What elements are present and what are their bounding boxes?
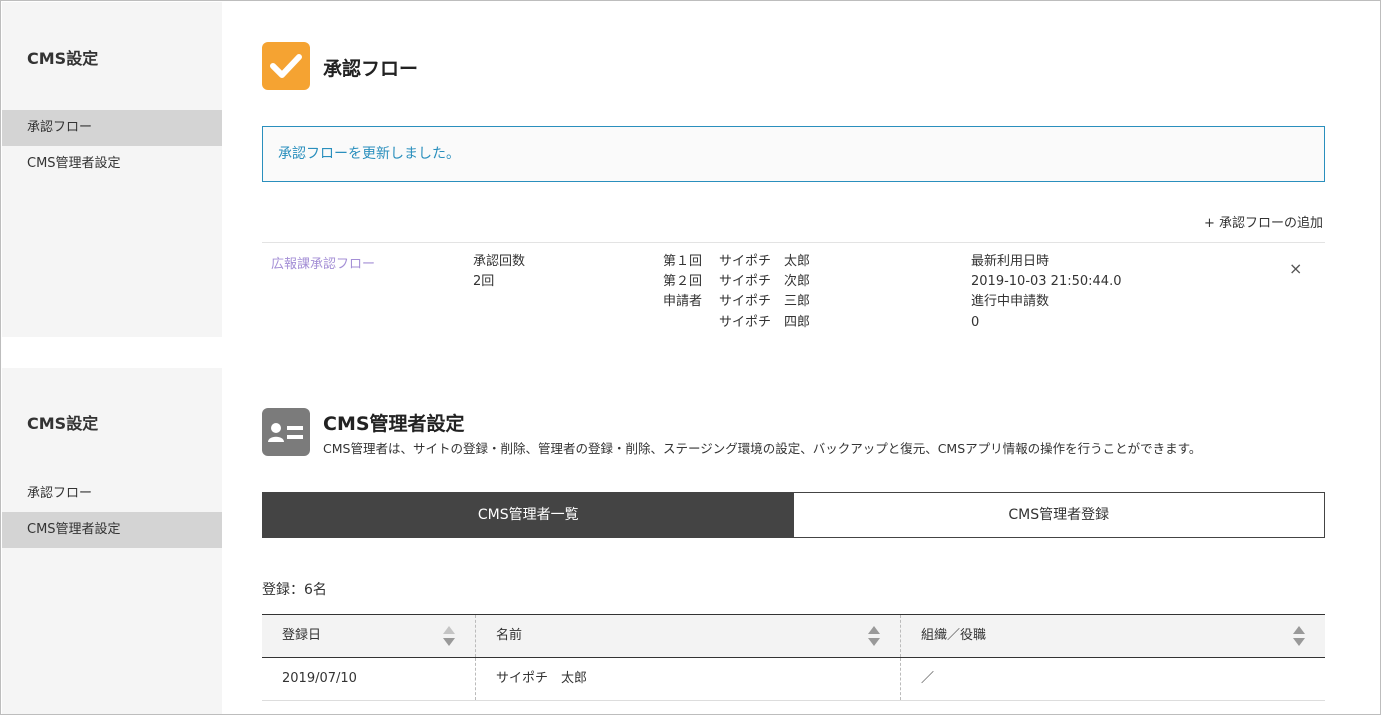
admin-tabs: CMS管理者一覧 CMS管理者登録 <box>262 492 1325 538</box>
table-header: 登録日 名前 組織／役職 <box>262 614 1325 658</box>
sidebar-title: CMS設定 <box>27 49 99 68</box>
cell-date: 2019/07/10 <box>282 671 357 686</box>
tab-admin-register[interactable]: CMS管理者登録 <box>793 493 1324 537</box>
column-header-org[interactable]: 組織／役職 <box>900 615 1325 657</box>
add-approval-flow-link[interactable]: + 承認フローの追加 <box>1204 212 1323 231</box>
last-used-value: 2019-10-03 21:50:44.0 <box>971 274 1122 289</box>
delete-flow-close-icon[interactable]: × <box>1289 259 1302 278</box>
admin-table: 登録日 名前 組織／役職 2019/07/10 サイポチ 太郎 ／ <box>262 614 1325 701</box>
column-header-name[interactable]: 名前 <box>475 615 900 657</box>
registered-count: 登録：6名 <box>262 582 327 598</box>
in-progress-label: 進行中申請数 <box>971 294 1050 309</box>
last-used-label: 最新利用日時 <box>971 254 1050 269</box>
page-title-cms-admin: CMS管理者設定 <box>323 413 465 435</box>
column-header-label: 名前 <box>496 628 523 643</box>
tab-admin-list[interactable]: CMS管理者一覧 <box>263 493 794 537</box>
column-header-date[interactable]: 登録日 <box>262 615 475 657</box>
page-title-approval-flow: 承認フロー <box>323 58 419 80</box>
admin-description: CMS管理者は、サイトの登録・削除、管理者の登録・削除、ステージング環境の設定、… <box>323 441 1202 456</box>
table-row[interactable]: 2019/07/10 サイポチ 太郎 ／ <box>262 658 1325 701</box>
sidebar-title: CMS設定 <box>27 414 99 433</box>
step-label: 第１回 <box>663 254 703 269</box>
id-card-icon <box>262 408 310 456</box>
cell-org: ／ <box>900 658 1325 700</box>
sidebar-item-approval-flow[interactable]: 承認フロー <box>2 476 222 512</box>
sort-icon[interactable] <box>868 626 880 648</box>
step-label: 第２回 <box>663 274 703 289</box>
step-user: サイポチ 四郎 <box>719 315 811 330</box>
success-notice: 承認フローを更新しました。 <box>262 126 1325 182</box>
sidebar-item-approval-flow[interactable]: 承認フロー <box>2 110 222 146</box>
approval-count-label: 承認回数 <box>473 254 526 269</box>
approval-flow-name-link[interactable]: 広報課承認フロー <box>271 253 375 272</box>
sort-icon[interactable] <box>1293 626 1305 648</box>
sidebar-approval: CMS設定 承認フロー CMS管理者設定 <box>2 2 222 337</box>
sidebar-admin: CMS設定 承認フロー CMS管理者設定 <box>2 368 222 714</box>
sidebar-item-cms-admin[interactable]: CMS管理者設定 <box>2 512 222 548</box>
cell-name: サイポチ 太郎 <box>475 658 900 700</box>
checkmark-icon <box>262 42 310 90</box>
step-user: サイポチ 次郎 <box>719 274 811 289</box>
sidebar-item-cms-admin[interactable]: CMS管理者設定 <box>2 146 222 182</box>
in-progress-value: 0 <box>971 315 980 330</box>
sort-icon[interactable] <box>443 626 455 648</box>
column-header-label: 組織／役職 <box>921 628 987 643</box>
approval-count-value: 2回 <box>473 274 495 289</box>
step-user: サイポチ 三郎 <box>719 294 811 309</box>
column-header-label: 登録日 <box>282 628 322 643</box>
step-user: サイポチ 太郎 <box>719 254 811 269</box>
divider <box>262 242 1325 243</box>
step-label: 申請者 <box>663 294 703 309</box>
cms-settings-page: CMS設定 承認フロー CMS管理者設定 承認フロー 承認フローを更新しました。… <box>0 0 1381 715</box>
